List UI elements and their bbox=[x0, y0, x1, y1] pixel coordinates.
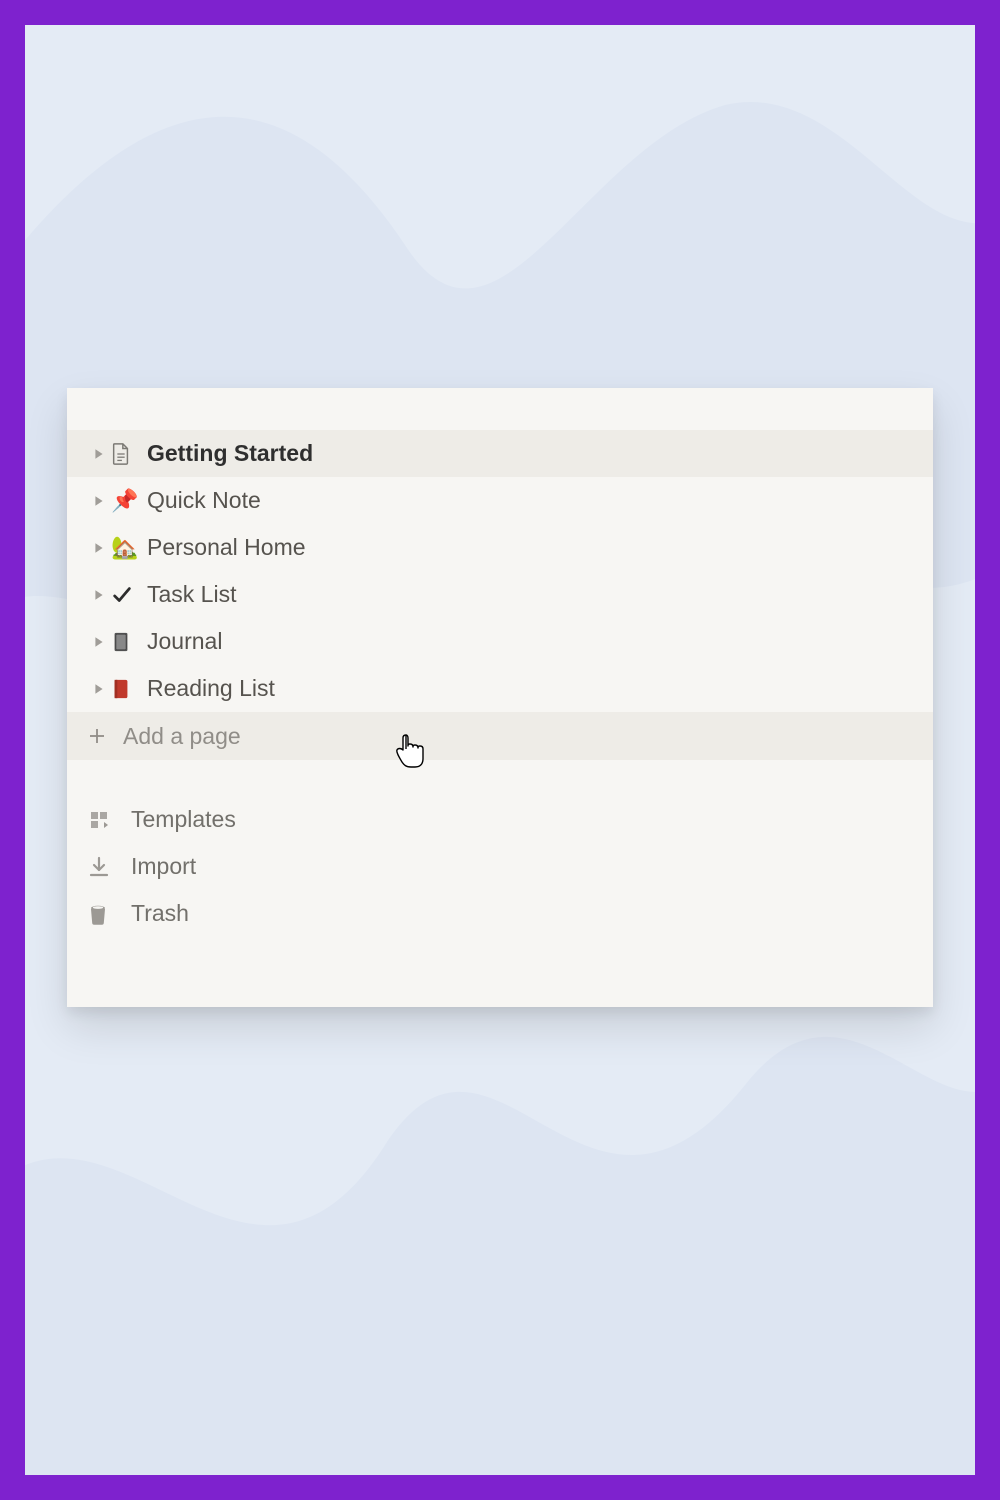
utility-label: Templates bbox=[131, 806, 236, 833]
sidebar-import[interactable]: Import bbox=[67, 843, 933, 890]
pushpin-icon: 📌 bbox=[111, 490, 145, 512]
expand-toggle-icon[interactable] bbox=[87, 589, 111, 601]
sidebar-panel: Getting Started 📌 Quick Note 🏡 Personal … bbox=[67, 388, 933, 1007]
sidebar-trash[interactable]: Trash bbox=[67, 890, 933, 937]
expand-toggle-icon[interactable] bbox=[87, 683, 111, 695]
expand-toggle-icon[interactable] bbox=[87, 448, 111, 460]
background: Getting Started 📌 Quick Note 🏡 Personal … bbox=[25, 25, 975, 1475]
expand-toggle-icon[interactable] bbox=[87, 542, 111, 554]
expand-toggle-icon[interactable] bbox=[87, 636, 111, 648]
templates-icon bbox=[87, 808, 131, 832]
add-page-button[interactable]: Add a page bbox=[67, 712, 933, 760]
expand-toggle-icon[interactable] bbox=[87, 495, 111, 507]
sidebar-templates[interactable]: Templates bbox=[67, 796, 933, 843]
document-icon bbox=[111, 443, 145, 465]
house-icon: 🏡 bbox=[111, 537, 145, 559]
page-label: Journal bbox=[145, 628, 222, 655]
sidebar-page-reading-list[interactable]: Reading List bbox=[67, 665, 933, 712]
page-label: Reading List bbox=[145, 675, 275, 702]
page-label: Quick Note bbox=[145, 487, 261, 514]
page-label: Getting Started bbox=[145, 440, 313, 467]
plus-icon bbox=[87, 726, 121, 746]
page-label: Personal Home bbox=[145, 534, 306, 561]
utility-section: Templates Import Trash bbox=[67, 760, 933, 1007]
trash-icon bbox=[87, 902, 131, 926]
panel-padding bbox=[67, 388, 933, 430]
add-page-label: Add a page bbox=[121, 723, 241, 750]
sidebar-page-task-list[interactable]: Task List bbox=[67, 571, 933, 618]
book-icon bbox=[111, 678, 145, 700]
utility-label: Trash bbox=[131, 900, 189, 927]
import-icon bbox=[87, 855, 131, 879]
sidebar-page-personal-home[interactable]: 🏡 Personal Home bbox=[67, 524, 933, 571]
utility-label: Import bbox=[131, 853, 196, 880]
sidebar-page-quick-note[interactable]: 📌 Quick Note bbox=[67, 477, 933, 524]
notebook-icon bbox=[111, 631, 145, 653]
sidebar-page-getting-started[interactable]: Getting Started bbox=[67, 430, 933, 477]
page-label: Task List bbox=[145, 581, 236, 608]
sidebar-page-journal[interactable]: Journal bbox=[67, 618, 933, 665]
check-icon bbox=[111, 584, 145, 606]
